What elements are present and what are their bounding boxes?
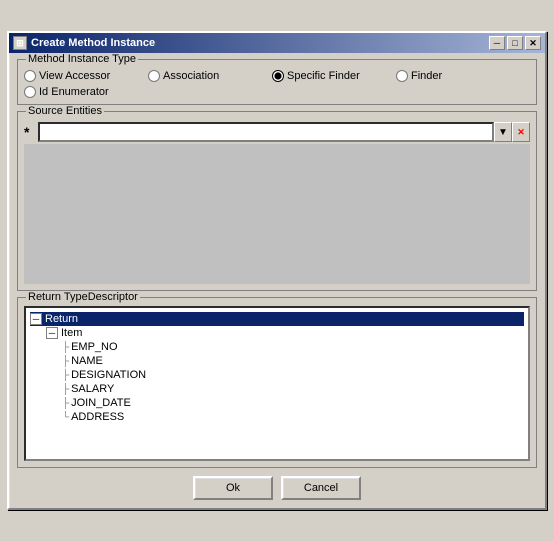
- radio-view-accessor: View Accessor: [24, 70, 144, 82]
- radio-id-enumerator: Id Enumerator: [24, 86, 144, 98]
- connector-join-date: ├: [62, 398, 69, 409]
- window-icon: ⊞: [13, 36, 27, 50]
- radio-association: Association: [148, 70, 268, 82]
- connector-designation: ├: [62, 370, 69, 381]
- return-type-descriptor-group: Return TypeDescriptor ─ Return ─ Item ├ …: [17, 297, 537, 468]
- radio-specific-finder-label: Specific Finder: [287, 70, 360, 82]
- tree-node-return[interactable]: ─ Return: [30, 312, 524, 326]
- title-bar: ⊞ Create Method Instance ─ □ ✕: [9, 33, 545, 53]
- radio-specific-finder-input[interactable]: [272, 70, 284, 82]
- radio-finder: Finder: [396, 70, 516, 82]
- connector-salary: ├: [62, 384, 69, 395]
- method-instance-type-label: Method Instance Type: [26, 53, 138, 65]
- tree-label-return: Return: [45, 313, 78, 325]
- source-dropdown-button[interactable]: ▼: [494, 122, 512, 142]
- tree-label-designation: DESIGNATION: [71, 369, 146, 381]
- source-input[interactable]: [38, 122, 494, 142]
- connector-address: └: [62, 412, 69, 423]
- tree-node-salary[interactable]: ├ SALARY: [30, 382, 524, 396]
- tree-label-name: NAME: [71, 355, 103, 367]
- radio-row: View Accessor Association Specific Finde…: [24, 62, 530, 98]
- radio-id-enumerator-input[interactable]: [24, 86, 36, 98]
- radio-finder-label: Finder: [411, 70, 442, 82]
- tree-toggle-return[interactable]: ─: [30, 313, 42, 325]
- radio-association-input[interactable]: [148, 70, 160, 82]
- radio-id-enumerator-label: Id Enumerator: [39, 86, 109, 98]
- source-area: [24, 144, 530, 284]
- radio-finder-input[interactable]: [396, 70, 408, 82]
- close-button[interactable]: ✕: [525, 36, 541, 50]
- tree-area[interactable]: ─ Return ─ Item ├ EMP_NO ├ NAME: [24, 306, 530, 461]
- radio-association-label: Association: [163, 70, 219, 82]
- tree-label-join-date: JOIN_DATE: [71, 397, 131, 409]
- tree-toggle-item[interactable]: ─: [46, 327, 58, 339]
- bottom-buttons: Ok Cancel: [17, 476, 537, 500]
- window-title: Create Method Instance: [31, 37, 155, 49]
- return-type-descriptor-label: Return TypeDescriptor: [26, 291, 140, 303]
- title-bar-left: ⊞ Create Method Instance: [13, 36, 155, 50]
- tree-node-item[interactable]: ─ Item: [30, 326, 524, 340]
- title-bar-buttons: ─ □ ✕: [489, 36, 541, 50]
- source-input-wrapper: * ▼ ✕: [24, 122, 530, 142]
- source-clear-button[interactable]: ✕: [512, 122, 530, 142]
- radio-view-accessor-label: View Accessor: [39, 70, 110, 82]
- tree-label-address: ADDRESS: [71, 411, 124, 423]
- maximize-button[interactable]: □: [507, 36, 523, 50]
- source-entities-label: Source Entities: [26, 105, 104, 117]
- radio-specific-finder: Specific Finder: [272, 70, 392, 82]
- minimize-button[interactable]: ─: [489, 36, 505, 50]
- star-label: *: [24, 124, 38, 140]
- method-instance-type-group: Method Instance Type View Accessor Assoc…: [17, 59, 537, 105]
- cancel-button[interactable]: Cancel: [281, 476, 361, 500]
- tree-node-address[interactable]: └ ADDRESS: [30, 410, 524, 424]
- ok-button[interactable]: Ok: [193, 476, 273, 500]
- connector-name: ├: [62, 356, 69, 367]
- tree-node-emp-no[interactable]: ├ EMP_NO: [30, 340, 524, 354]
- tree-label-salary: SALARY: [71, 383, 114, 395]
- window-body: Method Instance Type View Accessor Assoc…: [9, 53, 545, 508]
- tree-node-join-date[interactable]: ├ JOIN_DATE: [30, 396, 524, 410]
- radio-view-accessor-input[interactable]: [24, 70, 36, 82]
- connector-emp-no: ├: [62, 342, 69, 353]
- source-entities-group: Source Entities * ▼ ✕: [17, 111, 537, 291]
- tree-node-name[interactable]: ├ NAME: [30, 354, 524, 368]
- tree-label-item: Item: [61, 327, 82, 339]
- tree-node-designation[interactable]: ├ DESIGNATION: [30, 368, 524, 382]
- tree-label-emp-no: EMP_NO: [71, 341, 117, 353]
- main-window: ⊞ Create Method Instance ─ □ ✕ Method In…: [7, 31, 547, 510]
